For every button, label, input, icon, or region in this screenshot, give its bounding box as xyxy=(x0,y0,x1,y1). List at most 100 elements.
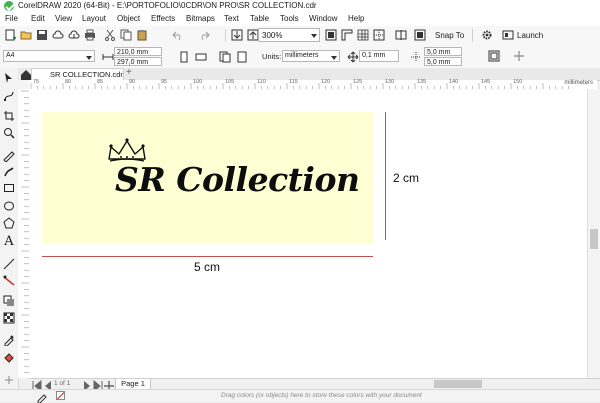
transparency-icon[interactable] xyxy=(3,312,15,324)
redo-icon[interactable] xyxy=(198,29,210,41)
previous-page-icon[interactable] xyxy=(42,380,51,391)
ruler-tick-label: 125 xyxy=(353,79,363,85)
toolbar-separator xyxy=(472,29,473,42)
add-icon[interactable] xyxy=(513,50,525,62)
add-tool-icon[interactable] xyxy=(3,374,15,384)
full-screen-icon[interactable] xyxy=(325,29,337,41)
new-document-icon[interactable] xyxy=(4,29,16,41)
eyedropper-icon[interactable] xyxy=(36,391,47,403)
menu-window[interactable]: Window xyxy=(309,12,337,26)
cut-icon[interactable] xyxy=(104,29,116,41)
connector-tool-icon[interactable] xyxy=(3,275,15,287)
units-select[interactable]: millimeters xyxy=(282,50,340,62)
ruler-tick-label: 90 xyxy=(129,79,136,85)
import-icon[interactable] xyxy=(231,29,243,41)
window-title: CorelDRAW 2020 (64-Bit) - E:\PORTOFOLIO\… xyxy=(18,1,317,10)
menu-help[interactable]: Help xyxy=(348,12,364,26)
snap-to-dropdown[interactable]: Snap To xyxy=(435,26,464,45)
open-icon[interactable] xyxy=(20,29,32,41)
drop-shadow-icon[interactable] xyxy=(3,295,15,307)
freehand-tool-icon[interactable] xyxy=(3,150,15,162)
page-width-icon xyxy=(102,51,114,61)
standard-toolbar: 300% Snap To Launch xyxy=(0,26,600,46)
no-color-swatch[interactable] xyxy=(56,391,65,400)
launch-dropdown[interactable]: Launch xyxy=(517,26,543,45)
show-guidelines-icon[interactable] xyxy=(373,29,385,41)
menu-table[interactable]: Table xyxy=(250,12,269,26)
portrait-icon[interactable] xyxy=(178,51,188,63)
zoom-tool-icon[interactable] xyxy=(3,127,15,139)
duplicate-x-field[interactable]: 5,0 mm xyxy=(424,47,462,56)
artistic-media-icon[interactable] xyxy=(3,166,15,178)
ellipse-tool-icon[interactable] xyxy=(3,200,15,212)
current-page-icon[interactable] xyxy=(236,51,247,63)
all-pages-icon[interactable] xyxy=(219,51,231,63)
new-tab-plus-icon[interactable]: + xyxy=(126,68,136,78)
first-page-icon[interactable] xyxy=(31,380,42,392)
polygon-tool-icon[interactable] xyxy=(3,217,15,229)
zoom-level-field[interactable]: 300% xyxy=(258,28,320,42)
document-palette-bar: Drag colors (or objects) here to store t… xyxy=(0,389,600,403)
copy-icon[interactable] xyxy=(120,29,132,41)
width-dimension-line[interactable] xyxy=(42,256,373,257)
paste-icon[interactable] xyxy=(136,29,148,41)
next-page-icon[interactable] xyxy=(81,380,90,391)
height-dimension-line[interactable] xyxy=(385,112,386,240)
cloud-upload-icon[interactable] xyxy=(52,29,64,41)
snap-icon[interactable] xyxy=(414,29,426,41)
height-dimension-label[interactable]: 2 cm xyxy=(393,171,419,185)
page-size-select[interactable]: A4 xyxy=(3,50,95,62)
eyedropper-icon[interactable] xyxy=(3,334,15,346)
interactive-fill-icon[interactable] xyxy=(3,352,15,364)
home-icon[interactable] xyxy=(20,69,31,80)
shape-tool-icon[interactable] xyxy=(3,90,15,102)
vertical-scrollbar[interactable] xyxy=(587,89,600,378)
page-width-field[interactable]: 210,0 mm xyxy=(114,47,162,56)
menu-view[interactable]: View xyxy=(55,12,72,26)
menu-layout[interactable]: Layout xyxy=(82,12,106,26)
title-bar: CorelDRAW 2020 (64-Bit) - E:\PORTOFOLIO\… xyxy=(0,0,600,12)
cloud-download-icon[interactable] xyxy=(68,29,80,41)
chevron-down-icon xyxy=(331,56,337,60)
crop-tool-icon[interactable] xyxy=(3,110,15,122)
align-guides-icon[interactable] xyxy=(395,29,407,41)
zoom-level-value: 300% xyxy=(262,31,283,40)
landscape-icon[interactable] xyxy=(195,51,207,61)
document-tab[interactable]: SR COLLECTION.cdr xyxy=(31,68,124,80)
drawing-canvas[interactable]: SR Collection 2 cm 5 cm xyxy=(29,89,587,378)
menu-text[interactable]: Text xyxy=(224,12,239,26)
vertical-scroll-thumb[interactable] xyxy=(590,229,598,249)
ruler-tick-marks xyxy=(30,83,569,89)
menu-edit[interactable]: Edit xyxy=(31,12,45,26)
ruler-tick-label: 135 xyxy=(417,79,427,85)
last-page-icon[interactable] xyxy=(92,380,103,392)
treat-as-filled-icon[interactable] xyxy=(488,50,500,62)
menu-effects[interactable]: Effects xyxy=(151,12,175,26)
menu-file[interactable]: File xyxy=(5,12,18,26)
text-tool-icon[interactable]: A xyxy=(3,235,15,248)
ruler-tick-label: 95 xyxy=(161,79,168,85)
add-page-icon[interactable] xyxy=(103,380,114,391)
parallel-dimension-icon[interactable] xyxy=(3,258,15,270)
show-grid-icon[interactable] xyxy=(357,29,369,41)
menu-tools[interactable]: Tools xyxy=(280,12,299,26)
ruler-tick-label: 115 xyxy=(289,79,298,85)
print-icon[interactable] xyxy=(84,29,96,41)
launch-icon[interactable] xyxy=(502,29,514,41)
brand-logotype[interactable]: SR Collection xyxy=(115,160,360,199)
gear-icon[interactable] xyxy=(481,29,493,41)
duplicate-y-field[interactable]: 5,0 mm xyxy=(424,57,462,66)
pick-tool-icon[interactable] xyxy=(3,72,15,84)
ruler-tick-label: 110 xyxy=(257,79,266,85)
show-rulers-icon[interactable] xyxy=(341,29,353,41)
menu-bitmaps[interactable]: Bitmaps xyxy=(186,12,215,26)
ruler-tick-label: 105 xyxy=(225,79,235,85)
save-icon[interactable] xyxy=(36,29,48,41)
width-dimension-label[interactable]: 5 cm xyxy=(194,260,220,274)
page-height-field[interactable]: 297,0 mm xyxy=(114,57,162,66)
rectangle-tool-icon[interactable] xyxy=(3,182,15,194)
undo-icon[interactable] xyxy=(172,29,184,41)
horizontal-scroll-thumb[interactable] xyxy=(434,380,482,388)
menu-object[interactable]: Object xyxy=(117,12,140,26)
nudge-distance-field[interactable]: 0,1 mm xyxy=(359,50,399,62)
